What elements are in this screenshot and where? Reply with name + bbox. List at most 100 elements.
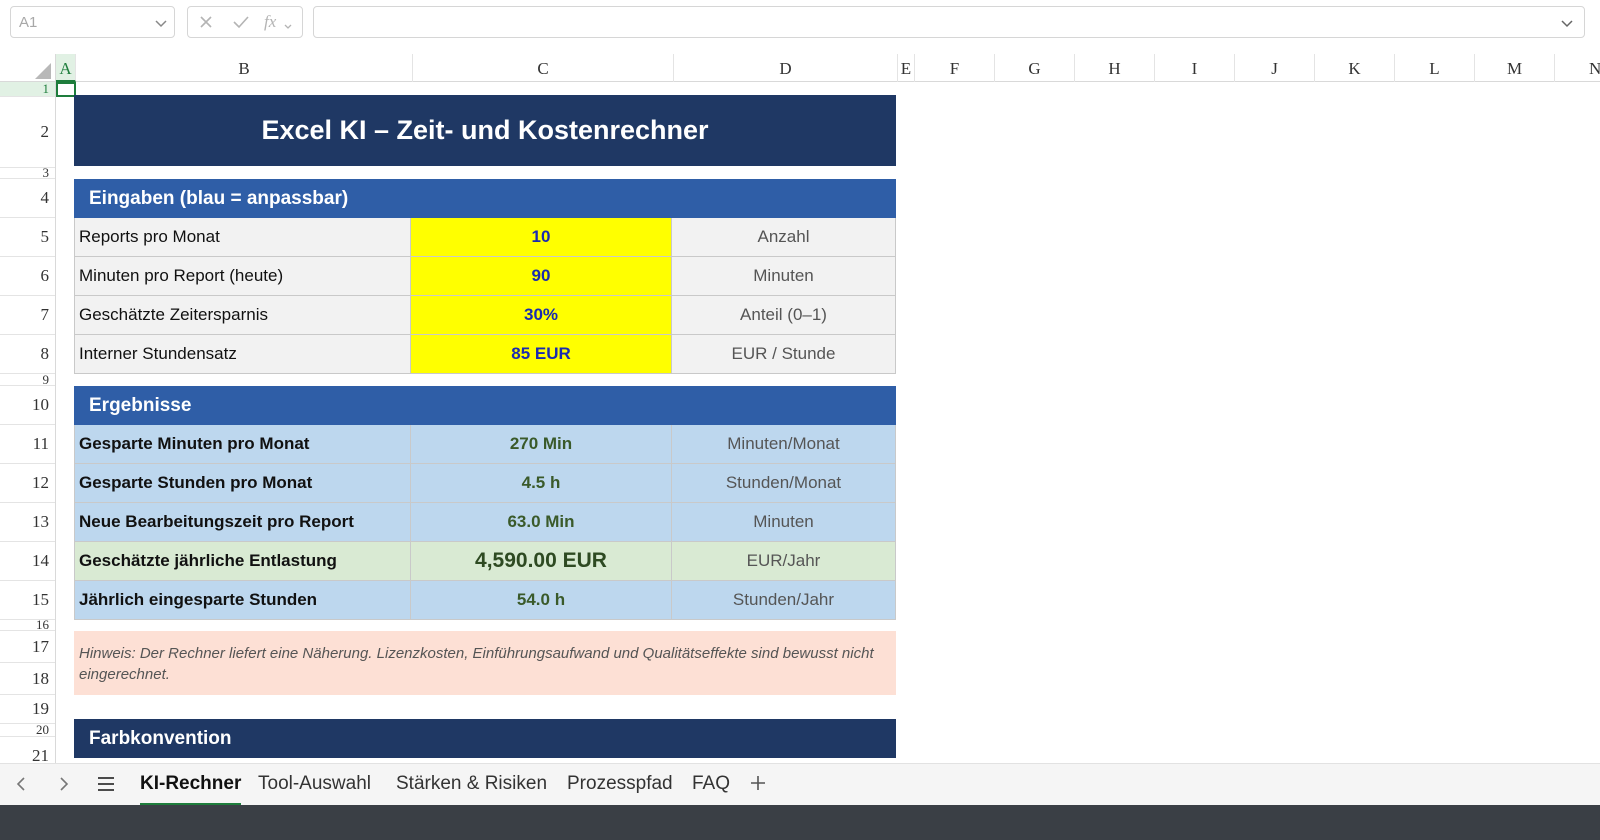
input-row: Reports pro Monat 10 Anzahl (74, 218, 896, 257)
chevron-down-icon[interactable] (154, 16, 168, 35)
row-header-2[interactable]: 2 (0, 97, 55, 168)
expand-formula-chevron-icon[interactable] (1560, 16, 1574, 35)
input-unit[interactable]: Anzahl (672, 218, 896, 257)
row-header-14[interactable]: 14 (0, 542, 55, 581)
column-header-b[interactable]: B (76, 54, 413, 82)
column-header-d[interactable]: D (674, 54, 898, 82)
column-header-k[interactable]: K (1315, 54, 1395, 82)
result-value[interactable]: 4,590.00 EUR (411, 542, 672, 581)
confirm-icon[interactable] (232, 14, 250, 35)
row-header-7[interactable]: 7 (0, 296, 55, 335)
row-header-16[interactable]: 16 (0, 617, 55, 632)
column-header-h[interactable]: H (1075, 54, 1155, 82)
input-row: Interner Stundensatz 85 EUR EUR / Stunde (74, 335, 896, 374)
column-header-m[interactable]: M (1475, 54, 1555, 82)
input-unit[interactable]: EUR / Stunde (672, 335, 896, 374)
select-all-corner[interactable] (0, 54, 56, 82)
row-header-4[interactable]: 4 (0, 179, 55, 218)
row-header-15[interactable]: 15 (0, 581, 55, 620)
result-value[interactable]: 54.0 h (411, 581, 672, 620)
note-cell[interactable]: Hinweis: Der Rechner liefert eine Näheru… (74, 631, 896, 695)
column-header-j[interactable]: J (1235, 54, 1315, 82)
result-value[interactable]: 270 Min (411, 425, 672, 464)
row-header-13[interactable]: 13 (0, 503, 55, 542)
input-label[interactable]: Minuten pro Report (heute) (74, 257, 411, 296)
name-box[interactable]: A1 (10, 6, 175, 38)
row-header-8[interactable]: 8 (0, 335, 55, 374)
input-value-cell[interactable]: 85 EUR (411, 335, 672, 374)
input-unit[interactable]: Anteil (0–1) (672, 296, 896, 335)
selected-cell-a1[interactable] (56, 82, 76, 97)
result-value[interactable]: 63.0 Min (411, 503, 672, 542)
row-header-19[interactable]: 19 (0, 695, 55, 724)
row-header-17[interactable]: 17 (0, 631, 55, 663)
input-value-cell[interactable]: 10 (411, 218, 672, 257)
hamburger-menu-icon[interactable] (97, 777, 115, 796)
row-header-11[interactable]: 11 (0, 425, 55, 464)
function-icon[interactable]: fx (264, 12, 276, 32)
tab-faq[interactable]: FAQ (692, 773, 730, 806)
row-header: 1 2 3 4 5 6 7 8 9 10 11 12 13 14 15 16 1… (0, 82, 56, 763)
formula-input[interactable] (313, 6, 1585, 38)
input-value-cell[interactable]: 30% (411, 296, 672, 335)
chevron-left-icon[interactable] (14, 776, 28, 797)
result-value[interactable]: 4.5 h (411, 464, 672, 503)
result-unit[interactable]: Minuten (672, 503, 896, 542)
row-header-5[interactable]: 5 (0, 218, 55, 257)
result-row: Gesparte Stunden pro Monat 4.5 h Stunden… (74, 464, 896, 503)
result-unit[interactable]: EUR/Jahr (672, 542, 896, 581)
cell-grid[interactable]: Excel KI – Zeit- und Kostenrechner Einga… (56, 82, 1600, 763)
column-header-e[interactable]: E (898, 54, 915, 82)
formula-bar: A1 fx (0, 0, 1600, 44)
result-unit[interactable]: Minuten/Monat (672, 425, 896, 464)
input-unit[interactable]: Minuten (672, 257, 896, 296)
result-unit[interactable]: Stunden/Monat (672, 464, 896, 503)
row-header-21[interactable]: 21 (0, 737, 55, 763)
result-label[interactable]: Neue Bearbeitungszeit pro Report (74, 503, 411, 542)
result-row: Neue Bearbeitungszeit pro Report 63.0 Mi… (74, 503, 896, 542)
tab-staerken-risiken[interactable]: Stärken & Risiken (396, 773, 547, 806)
input-label[interactable]: Interner Stundensatz (74, 335, 411, 374)
tab-tool-auswahl[interactable]: Tool-Auswahl (258, 773, 371, 806)
row-header-12[interactable]: 12 (0, 464, 55, 503)
note-text: Hinweis: Der Rechner liefert eine Näheru… (79, 645, 874, 683)
tab-prozesspfad[interactable]: Prozesspfad (567, 773, 673, 806)
results-section-header: Ergebnisse (74, 386, 896, 425)
input-label[interactable]: Reports pro Monat (74, 218, 411, 257)
result-unit[interactable]: Stunden/Jahr (672, 581, 896, 620)
tab-ki-rechner[interactable]: KI-Rechner (140, 773, 242, 806)
plus-icon[interactable] (749, 771, 767, 799)
chevron-right-icon[interactable] (57, 776, 71, 797)
color-convention-header: Farbkonvention (74, 719, 896, 758)
fx-chevron-down-icon[interactable] (284, 18, 292, 36)
column-header-a[interactable]: A (56, 54, 76, 82)
result-label[interactable]: Gesparte Minuten pro Monat (74, 425, 411, 464)
row-header-3[interactable]: 3 (0, 165, 55, 180)
sheet-tab-bar: KI-Rechner Tool-Auswahl Stärken & Risike… (0, 763, 1600, 806)
input-value-cell[interactable]: 90 (411, 257, 672, 296)
row-header-18[interactable]: 18 (0, 663, 55, 695)
input-label[interactable]: Geschätzte Zeitersparnis (74, 296, 411, 335)
row-header-9[interactable]: 9 (0, 372, 55, 387)
result-row: Jährlich eingesparte Stunden 54.0 h Stun… (74, 581, 896, 620)
result-label[interactable]: Jährlich eingesparte Stunden (74, 581, 411, 620)
column-header-l[interactable]: L (1395, 54, 1475, 82)
column-header-f[interactable]: F (915, 54, 995, 82)
result-label[interactable]: Geschätzte jährliche Entlastung (74, 542, 411, 581)
page-title: Excel KI – Zeit- und Kostenrechner (74, 95, 896, 166)
input-row: Minuten pro Report (heute) 90 Minuten (74, 257, 896, 296)
cancel-icon[interactable] (198, 14, 214, 35)
column-header-g[interactable]: G (995, 54, 1075, 82)
column-header: A B C D E F G H I J K L M N (0, 54, 1600, 82)
result-label[interactable]: Gesparte Stunden pro Monat (74, 464, 411, 503)
row-header-20[interactable]: 20 (0, 722, 55, 737)
column-header-n[interactable]: N (1555, 54, 1600, 82)
input-row: Geschätzte Zeitersparnis 30% Anteil (0–1… (74, 296, 896, 335)
column-header-i[interactable]: I (1155, 54, 1235, 82)
column-header-c[interactable]: C (413, 54, 674, 82)
row-header-10[interactable]: 10 (0, 386, 55, 425)
row-header-1[interactable]: 1 (0, 82, 55, 97)
formula-actions: fx (187, 6, 303, 38)
row-header-6[interactable]: 6 (0, 257, 55, 296)
result-row-highlight: Geschätzte jährliche Entlastung 4,590.00… (74, 542, 896, 581)
